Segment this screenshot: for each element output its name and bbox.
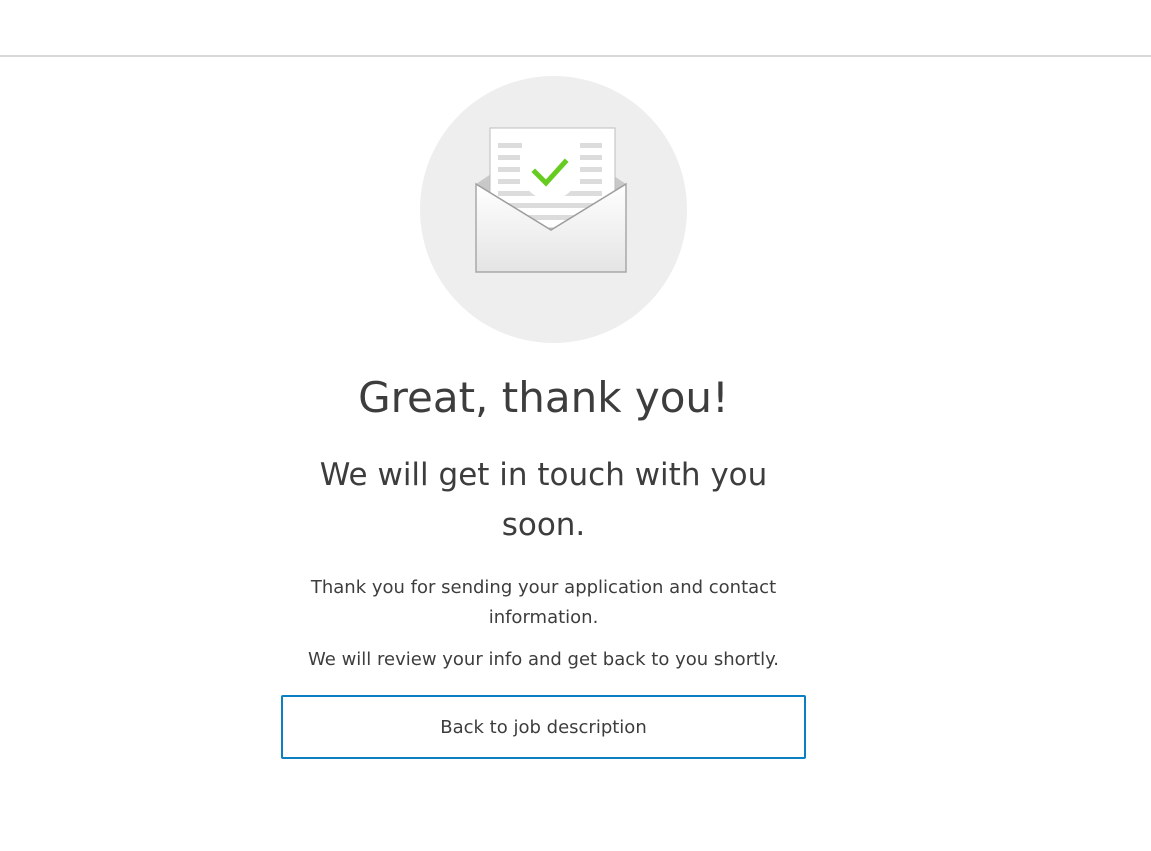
back-to-job-description-button[interactable]: Back to job description	[281, 695, 806, 759]
page-title: Great, thank you!	[358, 373, 729, 422]
confirmation-message: Thank you for sending your application a…	[310, 577, 777, 628]
top-header-bar	[0, 0, 1151, 57]
follow-up-message: We will review your info and get back to…	[308, 649, 779, 670]
subtitle: We will get in touch with you soon.	[319, 457, 768, 543]
envelope-check-icon	[420, 76, 687, 343]
